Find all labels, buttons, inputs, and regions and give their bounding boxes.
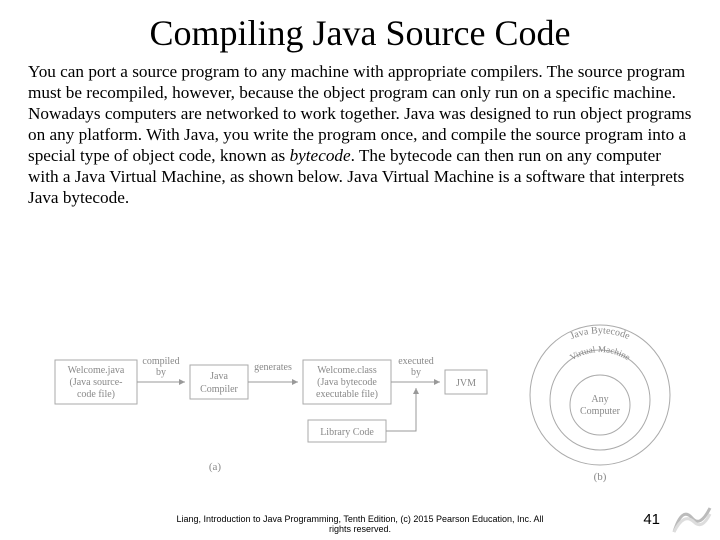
compiler-label-1: Java (210, 371, 228, 382)
footer-line2: rights reserved. (0, 524, 720, 534)
diagram-label-b: (b) (594, 471, 607, 483)
body-text-italic-bytecode: bytecode (290, 146, 351, 165)
source-file-label-3: code file) (77, 389, 115, 400)
body-paragraph: You can port a source program to any mac… (28, 62, 692, 209)
compilation-diagram: Welcome.java (Java source- code file) co… (0, 320, 720, 490)
library-label: Library Code (320, 427, 374, 438)
jvm-label: JVM (456, 378, 476, 389)
footer-line1: Liang, Introduction to Java Programming,… (0, 514, 720, 524)
arrow-generates-label: generates (254, 362, 292, 373)
arrow-by2-label: by (411, 367, 421, 378)
page-number: 41 (643, 511, 660, 528)
publisher-logo-icon (672, 504, 712, 534)
ring-mid-label: Virtual Machine (568, 344, 632, 362)
slide-title: Compiling Java Source Code (28, 12, 692, 54)
arrow-executed-label: executed (398, 356, 434, 367)
jvm-circles: Java Bytecode Virtual Machine Any Comput… (530, 325, 670, 465)
diagram-label-a: (a) (209, 461, 222, 473)
class-file-label-3: executable file) (316, 389, 378, 400)
slide: Compiling Java Source Code You can port … (0, 0, 720, 540)
ring-inner-label-2: Computer (580, 406, 621, 417)
arrow-compiled-label: compiled (142, 356, 179, 367)
ring-outer-label: Java Bytecode (569, 325, 632, 342)
class-file-label-2: (Java bytecode (317, 377, 377, 388)
svg-text:Java Bytecode: Java Bytecode (569, 325, 632, 342)
svg-text:Virtual Machine: Virtual Machine (568, 344, 632, 362)
class-file-label-1: Welcome.class (317, 365, 377, 376)
compiler-label-2: Compiler (200, 384, 238, 395)
arrow-by1-label: by (156, 367, 166, 378)
source-file-label-1: Welcome.java (68, 365, 125, 376)
source-file-label-2: (Java source- (69, 377, 122, 388)
footer-credit: Liang, Introduction to Java Programming,… (0, 514, 720, 534)
ring-inner-label-1: Any (591, 394, 608, 405)
